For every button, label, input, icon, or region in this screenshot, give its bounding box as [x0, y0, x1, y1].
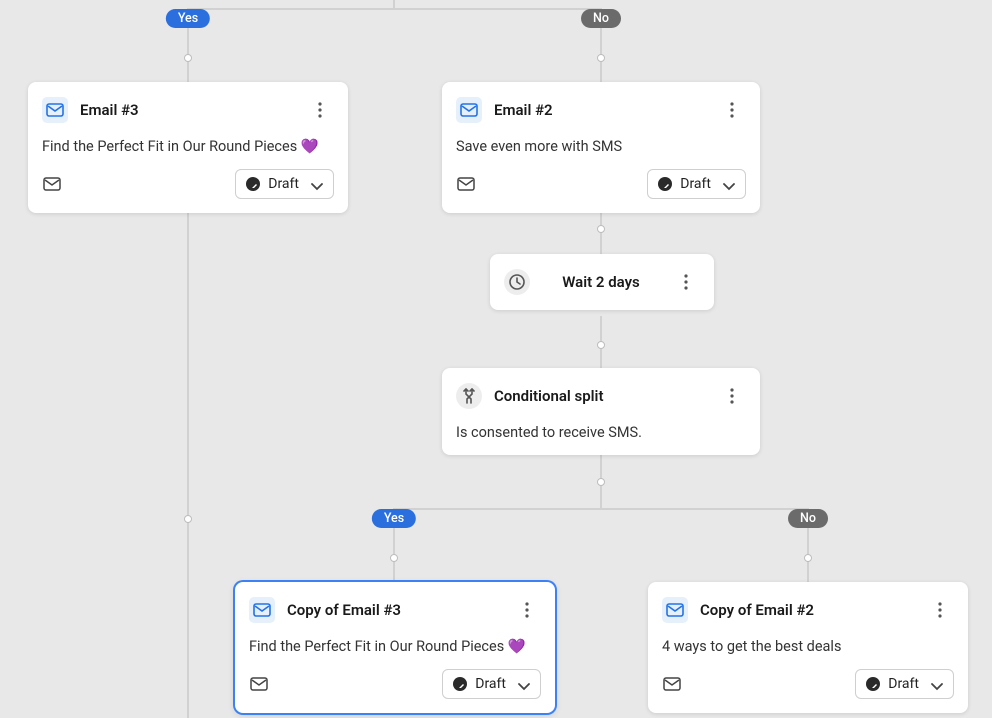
node-dot — [184, 515, 192, 523]
status-label: Draft — [888, 676, 919, 692]
split-icon — [456, 383, 482, 409]
node-dot — [184, 54, 192, 62]
node-dot — [597, 54, 605, 62]
branch-yes-badge: Yes — [166, 9, 210, 28]
node-dot — [390, 554, 398, 562]
status-label: Draft — [475, 676, 506, 692]
status-label: Draft — [680, 176, 711, 192]
status-dropdown[interactable]: Draft — [647, 169, 746, 199]
card-title: Copy of Email #3 — [287, 601, 501, 619]
branch-yes-badge: Yes — [372, 509, 416, 528]
connector — [394, 508, 808, 510]
mail-outline-icon — [42, 174, 62, 194]
draft-status-icon — [658, 177, 672, 191]
wait-card[interactable]: Wait 2 days — [490, 254, 714, 310]
chevron-down-icon — [514, 676, 530, 692]
status-dropdown[interactable]: Draft — [442, 669, 541, 699]
card-menu-button[interactable] — [926, 596, 954, 624]
card-menu-button[interactable] — [513, 596, 541, 624]
status-dropdown[interactable]: Draft — [235, 169, 334, 199]
clock-icon — [504, 269, 530, 295]
mail-outline-icon — [662, 674, 682, 694]
email-card-copy-2[interactable]: Copy of Email #2 4 ways to get the best … — [648, 582, 968, 713]
node-dot — [597, 225, 605, 233]
email-card-2[interactable]: Email #2 Save even more with SMS Draft — [442, 82, 760, 213]
draft-status-icon — [866, 677, 880, 691]
card-menu-button[interactable] — [672, 268, 700, 296]
status-dropdown[interactable]: Draft — [855, 669, 954, 699]
branch-no-badge: No — [581, 9, 621, 28]
card-title: Copy of Email #2 — [700, 601, 914, 619]
card-description: Find the Perfect Fit in Our Round Pieces… — [42, 138, 334, 155]
card-title: Wait 2 days — [562, 273, 640, 291]
card-menu-button[interactable] — [718, 96, 746, 124]
mail-icon — [42, 97, 68, 123]
card-description: 4 ways to get the best deals — [662, 638, 954, 655]
email-card-3[interactable]: Email #3 Find the Perfect Fit in Our Rou… — [28, 82, 348, 213]
node-dot — [804, 554, 812, 562]
draft-status-icon — [246, 177, 260, 191]
card-description: Find the Perfect Fit in Our Round Pieces… — [249, 638, 541, 655]
status-label: Draft — [268, 176, 299, 192]
draft-status-icon — [453, 677, 467, 691]
chevron-down-icon — [307, 176, 323, 192]
card-title: Conditional split — [494, 387, 706, 405]
card-title: Email #2 — [494, 101, 706, 119]
mail-outline-icon — [249, 674, 269, 694]
node-dot — [597, 341, 605, 349]
conditional-split-card[interactable]: Conditional split Is consented to receiv… — [442, 368, 760, 455]
chevron-down-icon — [719, 176, 735, 192]
card-description: Save even more with SMS — [456, 138, 746, 155]
email-card-copy-3[interactable]: Copy of Email #3 Find the Perfect Fit in… — [235, 582, 555, 713]
mail-icon — [249, 597, 275, 623]
chevron-down-icon — [927, 676, 943, 692]
mail-icon — [456, 97, 482, 123]
mail-icon — [662, 597, 688, 623]
card-description: Is consented to receive SMS. — [456, 424, 746, 441]
connector — [188, 8, 601, 10]
card-title: Email #3 — [80, 101, 294, 119]
card-menu-button[interactable] — [306, 96, 334, 124]
node-dot — [597, 478, 605, 486]
branch-no-badge: No — [788, 509, 828, 528]
mail-outline-icon — [456, 174, 476, 194]
card-menu-button[interactable] — [718, 382, 746, 410]
